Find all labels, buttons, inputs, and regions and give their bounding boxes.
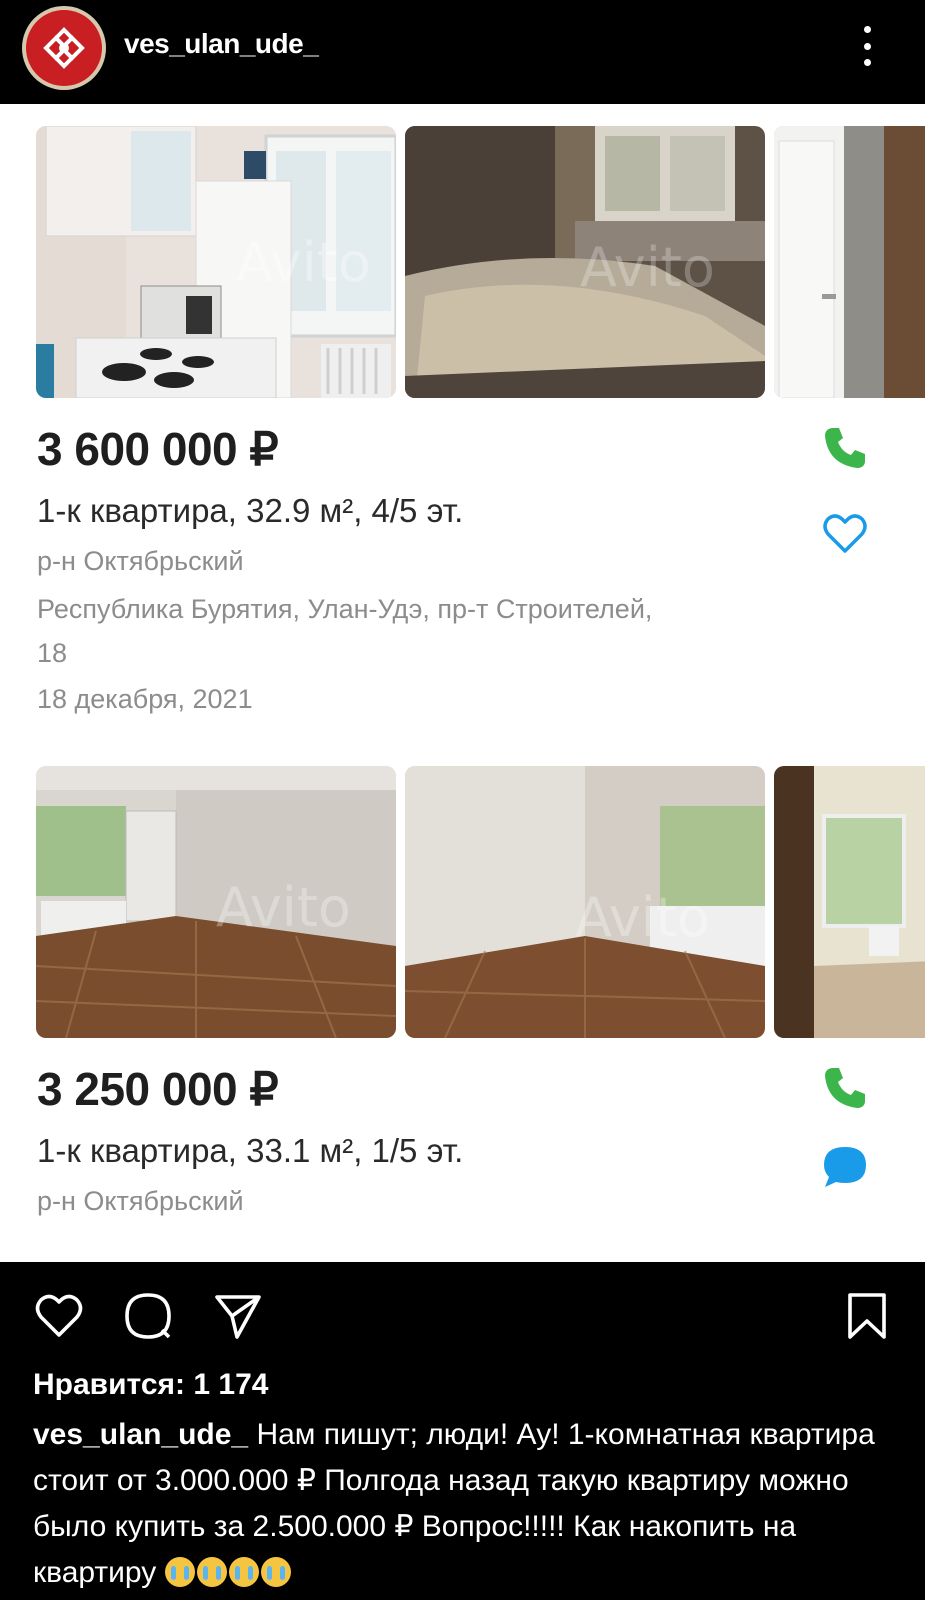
listing-district: р-н Октябрьский xyxy=(37,546,244,576)
listing-photo-door xyxy=(774,126,925,398)
heart-icon[interactable] xyxy=(820,508,870,558)
crying-face-emoji-icon xyxy=(196,1557,227,1587)
likes-count[interactable]: Нравится: 1 174 xyxy=(33,1368,268,1402)
listing-photo-room xyxy=(774,766,925,1038)
crying-face-emoji-icon xyxy=(228,1557,259,1587)
post-actions xyxy=(0,1262,925,1352)
listing-photo-kitchen: Avito xyxy=(36,126,396,398)
post-image[interactable]: Avito Avito 3 600 000 ₽ 1-к квартира, 32… xyxy=(0,104,925,1262)
avito-watermark: Avito xyxy=(236,231,371,294)
listing-district: р-н Октябрьский xyxy=(37,1186,244,1216)
listing-photos[interactable]: Avito Avito xyxy=(36,126,925,398)
listing-photo-room: Avito xyxy=(36,766,396,1038)
listing-title[interactable]: 1-к квартира, 33.1 м², 1/5 эт. xyxy=(37,1132,463,1170)
listing-address: Республика Бурятия, Улан-Удэ, пр-т Строи… xyxy=(37,594,653,624)
comment-icon[interactable] xyxy=(122,1290,174,1342)
knot-logo-icon xyxy=(26,10,102,86)
listing-card: Avito Avito xyxy=(0,126,925,726)
crying-face-emoji-icon xyxy=(260,1557,291,1587)
share-icon[interactable] xyxy=(212,1290,264,1342)
like-heart-icon[interactable] xyxy=(33,1290,85,1342)
crying-face-emoji-icon xyxy=(164,1557,195,1587)
listing-photo-bedroom: Avito xyxy=(405,126,765,398)
listing-price: 3 250 000 ₽ xyxy=(37,1063,279,1115)
post-username[interactable]: ves_ulan_ude_ xyxy=(124,28,319,60)
post-header: ves_ulan_ude_ xyxy=(0,0,925,104)
kebab-menu-icon[interactable] xyxy=(861,26,873,66)
avito-watermark: Avito xyxy=(216,876,351,939)
listing-price: 3 600 000 ₽ xyxy=(37,423,279,475)
listing-card: Avito Avito xyxy=(0,766,925,1262)
avito-watermark: Avito xyxy=(580,236,715,299)
avito-watermark: Avito xyxy=(575,886,710,949)
listing-photo-room: Avito xyxy=(405,766,765,1038)
listing-title[interactable]: 1-к квартира, 32.9 м², 4/5 эт. xyxy=(37,492,463,530)
avatar[interactable] xyxy=(22,6,106,90)
listing-photos[interactable]: Avito Avito xyxy=(36,766,925,1038)
listing-address-number: 18 xyxy=(37,638,68,668)
chat-icon[interactable] xyxy=(820,1142,870,1192)
phone-icon[interactable] xyxy=(820,1062,870,1112)
post-caption: ves_ulan_ude_ Нам пишут; люди! Ау! 1-ком… xyxy=(33,1412,903,1596)
listing-date: 18 декабря, 2021 xyxy=(37,684,253,714)
caption-username[interactable]: ves_ulan_ude_ xyxy=(33,1418,248,1451)
bookmark-icon[interactable] xyxy=(841,1290,893,1342)
phone-icon[interactable] xyxy=(820,422,870,472)
